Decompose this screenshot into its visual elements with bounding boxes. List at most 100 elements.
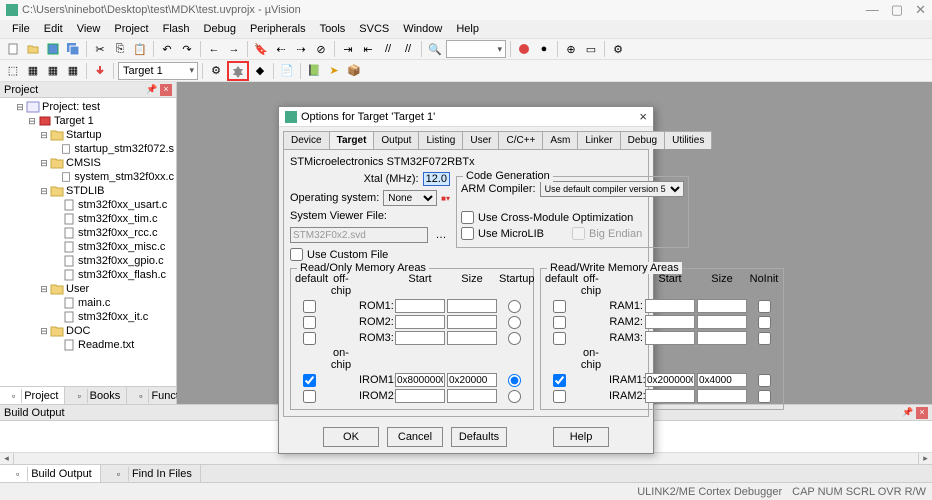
mem-start-input[interactable]	[645, 373, 695, 387]
scrollbar-track[interactable]	[14, 453, 918, 464]
dialog-close-icon[interactable]: ×	[639, 109, 647, 124]
mem-last-input[interactable]	[508, 332, 521, 345]
mem-last-input[interactable]	[758, 332, 771, 345]
mem-last-input[interactable]	[758, 374, 771, 387]
breakpoint-icon[interactable]: ●	[535, 40, 553, 58]
menu-svcs[interactable]: SVCS	[353, 21, 395, 37]
options-icon[interactable]: ⚙	[207, 62, 225, 80]
tree-file[interactable]: stm32f0xx_misc.c	[2, 240, 174, 254]
config-icon[interactable]: ⚙	[609, 40, 627, 58]
mem-start-input[interactable]	[395, 299, 445, 313]
menu-project[interactable]: Project	[108, 21, 154, 37]
menu-window[interactable]: Window	[397, 21, 448, 37]
mem-size-input[interactable]	[697, 315, 747, 329]
download-icon[interactable]	[91, 62, 109, 80]
maximize-button[interactable]: ▢	[891, 2, 903, 18]
tree-file[interactable]: stm32f0xx_usart.c	[2, 198, 174, 212]
mem-last-input[interactable]	[508, 300, 521, 313]
tree-target[interactable]: ⊟Target 1	[2, 114, 174, 128]
menu-peripherals[interactable]: Peripherals	[244, 21, 312, 37]
mem-default-checkbox[interactable]	[303, 332, 316, 345]
tree-group-stdlib[interactable]: ⊟STDLIB	[2, 184, 174, 198]
pane-tab-project[interactable]: ▫Project	[0, 387, 65, 404]
svf-input[interactable]	[290, 227, 428, 243]
mem-size-input[interactable]	[697, 331, 747, 345]
mem-default-checkbox[interactable]	[553, 374, 566, 387]
batch-build-icon[interactable]: ▦	[64, 62, 82, 80]
menu-flash[interactable]: Flash	[157, 21, 196, 37]
mem-size-input[interactable]	[697, 389, 747, 403]
dialog-tab-user[interactable]: User	[462, 131, 499, 149]
nav-back-icon[interactable]: ←	[205, 40, 223, 58]
mem-start-input[interactable]	[395, 331, 445, 345]
books-icon[interactable]: 📗	[305, 62, 323, 80]
menu-tools[interactable]: Tools	[314, 21, 352, 37]
cancel-button[interactable]: Cancel	[387, 427, 443, 447]
defaults-button[interactable]: Defaults	[451, 427, 507, 447]
target-options-icon[interactable]	[227, 61, 249, 81]
mem-default-checkbox[interactable]	[553, 390, 566, 403]
dialog-tab-utilities[interactable]: Utilities	[664, 131, 712, 149]
mem-size-input[interactable]	[447, 389, 497, 403]
bo-tab-build-output[interactable]: ▫Build Output	[0, 465, 101, 482]
mem-default-checkbox[interactable]	[303, 374, 316, 387]
comment-icon[interactable]: //	[379, 40, 397, 58]
pin-icon[interactable]: 📌	[146, 84, 158, 96]
redo-icon[interactable]: ↷	[178, 40, 196, 58]
tree-file[interactable]: Readme.txt	[2, 338, 174, 352]
outdent-icon[interactable]: ⇤	[359, 40, 377, 58]
bo-tab-find-in-files[interactable]: ▫Find In Files	[101, 465, 201, 482]
mem-start-input[interactable]	[645, 331, 695, 345]
mem-start-input[interactable]	[395, 315, 445, 329]
mem-last-input[interactable]	[508, 390, 521, 403]
arm-compiler-select[interactable]: Use default compiler version 5	[540, 181, 684, 197]
mem-start-input[interactable]	[645, 389, 695, 403]
copy-icon[interactable]: ⎘	[111, 40, 129, 58]
microlib-checkbox[interactable]	[461, 227, 474, 240]
tree-file[interactable]: startup_stm32f072.s	[2, 142, 174, 156]
menu-debug[interactable]: Debug	[198, 21, 242, 37]
bookmark-next-icon[interactable]: ⇢	[292, 40, 310, 58]
os-select[interactable]: None	[383, 190, 437, 206]
build-icon[interactable]: ▦	[24, 62, 42, 80]
tree-group-startup[interactable]: ⊟Startup	[2, 128, 174, 142]
tree-group-user[interactable]: ⊟User	[2, 282, 174, 296]
mem-start-input[interactable]	[395, 389, 445, 403]
find-combo[interactable]	[446, 40, 506, 58]
translate-icon[interactable]: ⬚	[4, 62, 22, 80]
new-file-icon[interactable]	[4, 40, 22, 58]
mem-size-input[interactable]	[447, 331, 497, 345]
dialog-tab-listing[interactable]: Listing	[418, 131, 463, 149]
mem-last-input[interactable]	[758, 390, 771, 403]
xtal-input[interactable]: 12.0	[423, 172, 450, 186]
mem-last-input[interactable]	[758, 316, 771, 329]
pane-close-icon[interactable]: ×	[160, 84, 172, 96]
undo-icon[interactable]: ↶	[158, 40, 176, 58]
tree-file[interactable]: stm32f0xx_rcc.c	[2, 226, 174, 240]
debug-start-icon[interactable]	[515, 40, 533, 58]
bookmark-icon[interactable]: 🔖	[252, 40, 270, 58]
close-button[interactable]: ✕	[915, 2, 926, 18]
cut-icon[interactable]: ✂	[91, 40, 109, 58]
save-all-icon[interactable]	[64, 40, 82, 58]
find-icon[interactable]: 🔍	[426, 40, 444, 58]
dialog-tab-asm[interactable]: Asm	[542, 131, 578, 149]
pane-close-icon[interactable]: ×	[916, 407, 928, 419]
tree-file[interactable]: stm32f0xx_tim.c	[2, 212, 174, 226]
tree-file[interactable]: stm32f0xx_it.c	[2, 310, 174, 324]
mem-default-checkbox[interactable]	[553, 300, 566, 313]
uncomment-icon[interactable]: //	[399, 40, 417, 58]
insert-icon[interactable]: ⊕	[562, 40, 580, 58]
open-file-icon[interactable]	[24, 40, 42, 58]
tree-group-doc[interactable]: ⊟DOC	[2, 324, 174, 338]
mem-last-input[interactable]	[508, 316, 521, 329]
dialog-tab-cc[interactable]: C/C++	[498, 131, 543, 149]
forward-icon[interactable]: ➤	[325, 62, 343, 80]
mem-default-checkbox[interactable]	[303, 316, 316, 329]
dialog-tab-device[interactable]: Device	[283, 131, 330, 149]
mem-size-input[interactable]	[447, 315, 497, 329]
nav-fwd-icon[interactable]: →	[225, 40, 243, 58]
mem-default-checkbox[interactable]	[303, 300, 316, 313]
scroll-right-icon[interactable]: ▸	[918, 453, 932, 464]
menu-edit[interactable]: Edit	[38, 21, 69, 37]
